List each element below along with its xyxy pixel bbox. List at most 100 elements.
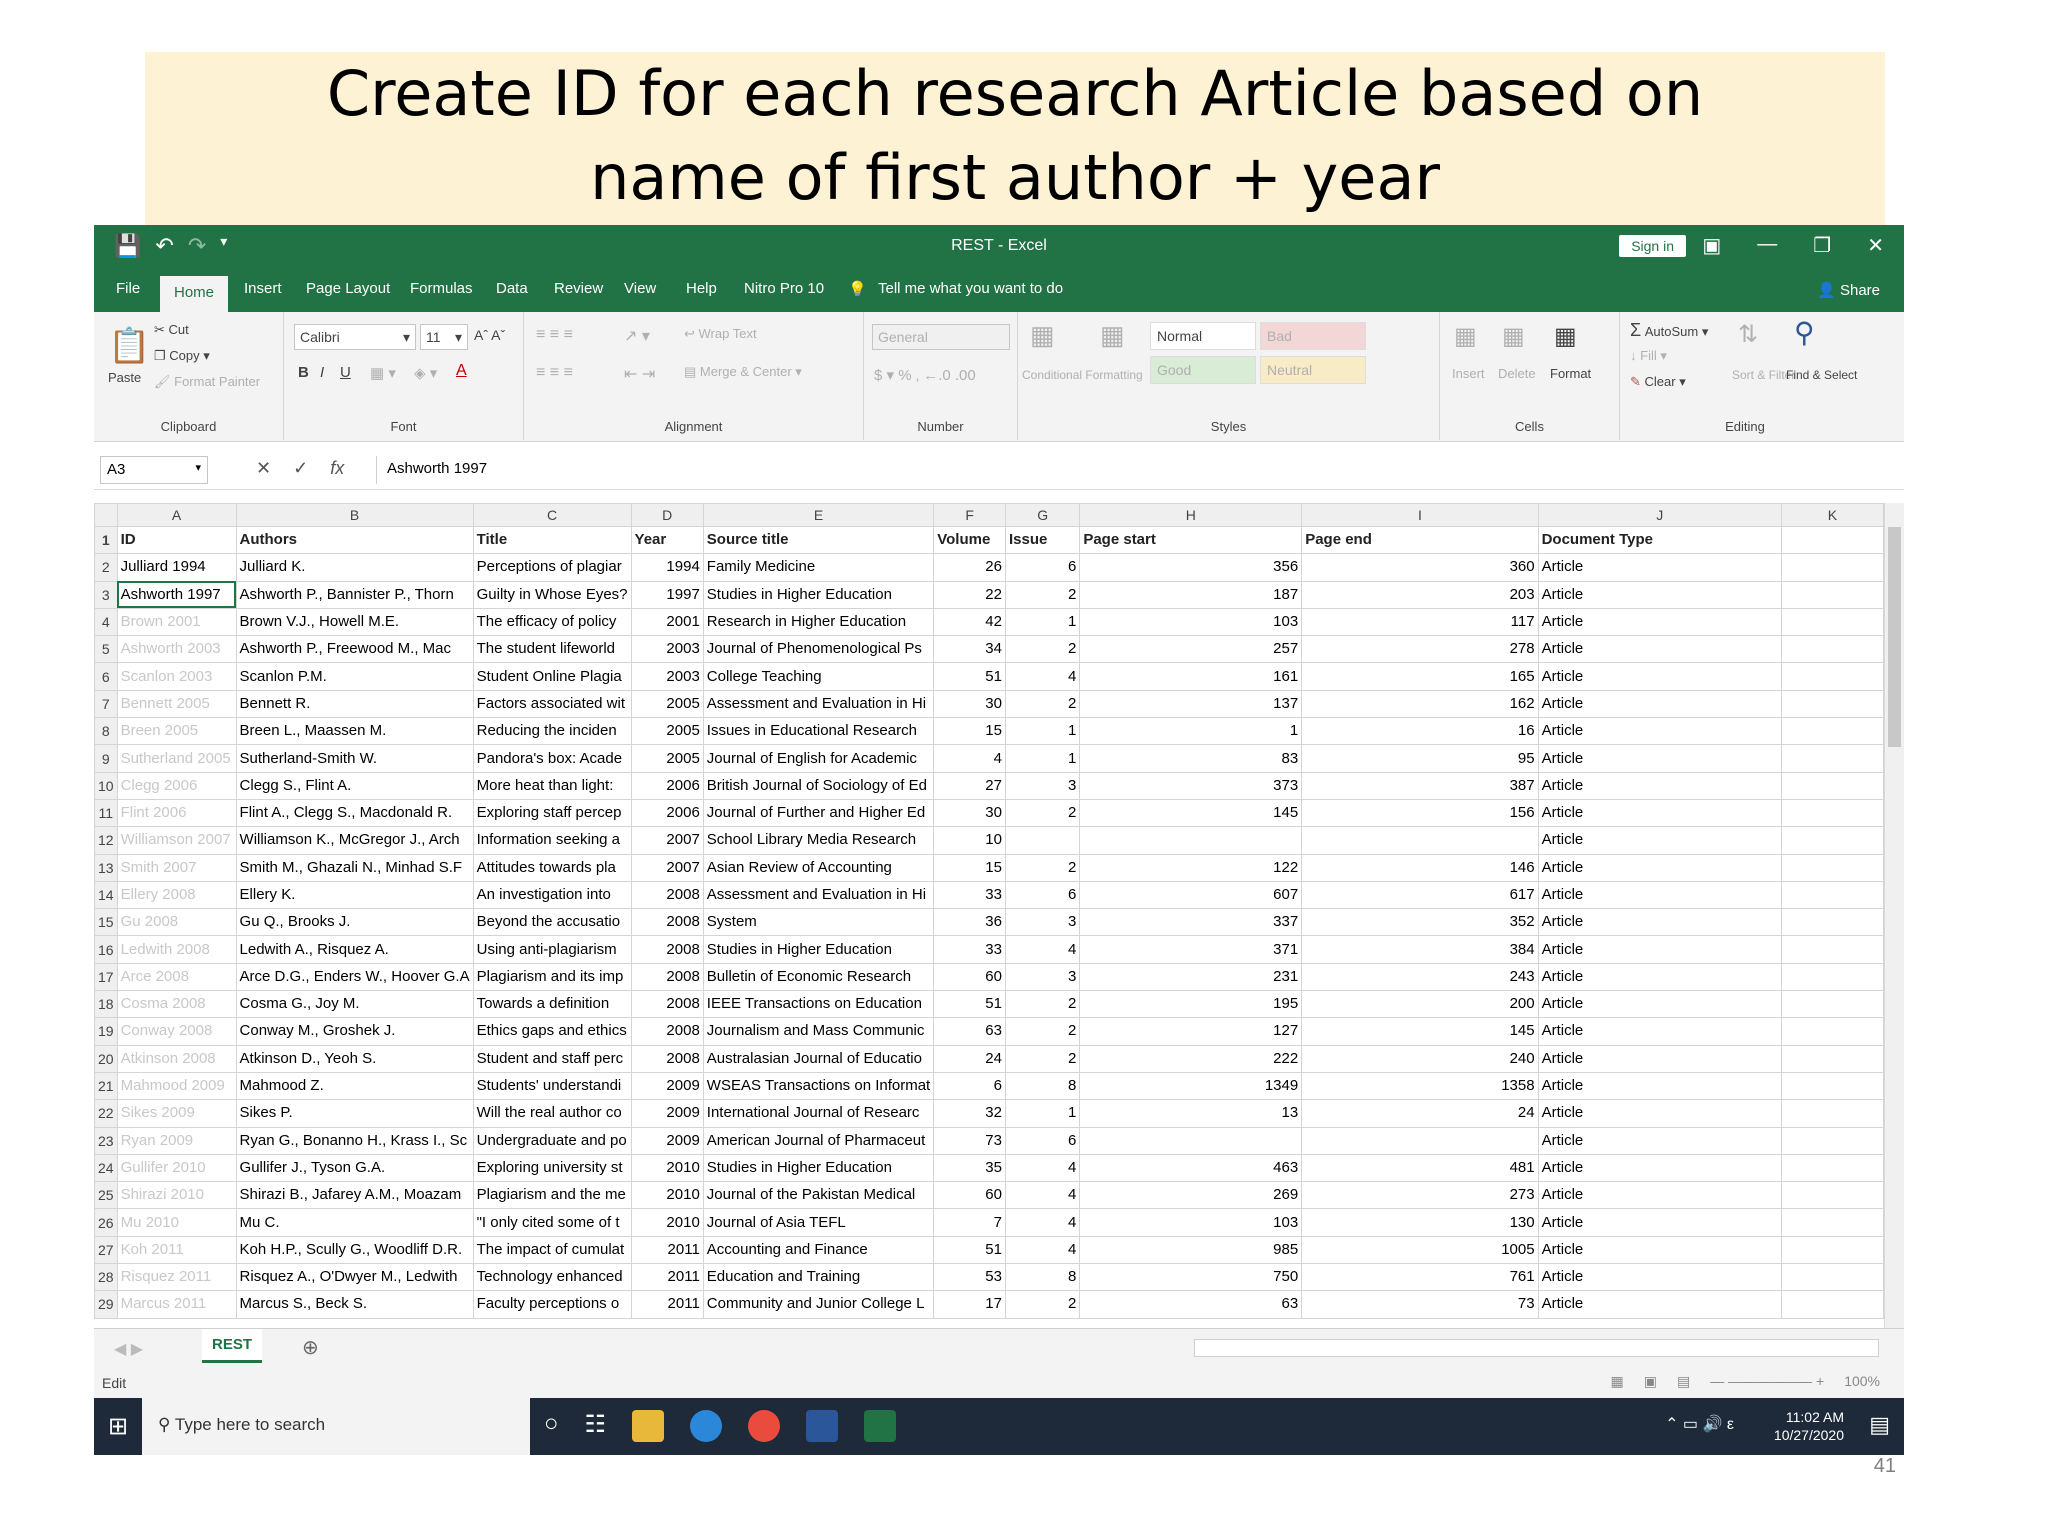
cell-volume[interactable]: 34 bbox=[933, 635, 1006, 664]
fill-button[interactable]: ↓ Fill ▾ bbox=[1630, 348, 1667, 364]
autosum-button[interactable]: Σ AutoSum ▾ bbox=[1630, 320, 1708, 341]
cell-empty[interactable] bbox=[1780, 1126, 1884, 1155]
cell-doc-type[interactable]: Article bbox=[1537, 826, 1782, 855]
cell-header-source[interactable]: Source title bbox=[702, 525, 935, 555]
cell-issue[interactable]: 2 bbox=[1004, 635, 1081, 664]
cell-year[interactable]: 2008 bbox=[630, 990, 704, 1019]
cell-page-start[interactable]: 103 bbox=[1079, 1208, 1303, 1237]
cell-year[interactable]: 2010 bbox=[630, 1208, 704, 1237]
col-header-i[interactable]: I bbox=[1301, 503, 1539, 527]
cell-page-end[interactable]: 16 bbox=[1301, 717, 1539, 746]
cell-source[interactable]: Education and Training bbox=[702, 1263, 935, 1292]
cell-empty[interactable] bbox=[1780, 1071, 1884, 1101]
cell-authors[interactable]: Cosma G., Joy M. bbox=[235, 990, 474, 1019]
cell-empty[interactable] bbox=[1780, 1235, 1884, 1265]
cell-title[interactable]: Factors associated wit bbox=[472, 689, 632, 719]
clear-button[interactable]: ✎ Clear ▾ bbox=[1630, 374, 1686, 390]
cell-doc-type[interactable]: Article bbox=[1537, 1071, 1782, 1101]
cell-title[interactable]: Undergraduate and po bbox=[472, 1126, 632, 1155]
cut-button[interactable]: ✂ Cut bbox=[154, 322, 189, 338]
col-header-h[interactable]: H bbox=[1079, 503, 1303, 527]
cell-title[interactable]: Students' understandi bbox=[472, 1071, 632, 1101]
cell-doc-type[interactable]: Article bbox=[1537, 1181, 1782, 1210]
cell-page-end[interactable]: 1005 bbox=[1301, 1235, 1539, 1265]
minimize-icon[interactable]: — bbox=[1757, 233, 1777, 258]
cell-volume[interactable]: 7 bbox=[933, 1208, 1006, 1237]
format-as-table-icon[interactable]: ▦ bbox=[1100, 320, 1125, 351]
cell-source[interactable]: Journalism and Mass Communic bbox=[702, 1017, 935, 1046]
cell-id[interactable]: Marcus 2011 bbox=[116, 1290, 237, 1319]
cell-id[interactable]: Clegg 2006 bbox=[116, 771, 237, 800]
cell-doc-type[interactable]: Article bbox=[1537, 798, 1782, 828]
cell-source[interactable]: American Journal of Pharmaceut bbox=[702, 1126, 935, 1155]
cell-page-end[interactable]: 352 bbox=[1301, 908, 1539, 937]
cell-page-start[interactable]: 373 bbox=[1079, 771, 1303, 800]
vertical-scrollbar[interactable] bbox=[1884, 503, 1904, 1328]
top-align-icons[interactable]: ≡ ≡ ≡ bbox=[536, 326, 573, 344]
cell-issue[interactable]: 4 bbox=[1004, 1181, 1081, 1210]
cell-issue[interactable]: 2 bbox=[1004, 1290, 1081, 1319]
cell-issue[interactable]: 2 bbox=[1004, 798, 1081, 828]
cell-page-start[interactable]: 83 bbox=[1079, 744, 1303, 773]
cell-source[interactable]: Studies in Higher Education bbox=[702, 1153, 935, 1183]
cell-year[interactable]: 2007 bbox=[630, 826, 704, 855]
cell-id[interactable]: Ashworth 2003 bbox=[116, 635, 237, 664]
cell-year[interactable]: 2011 bbox=[630, 1263, 704, 1292]
cell-page-start[interactable]: 63 bbox=[1079, 1290, 1303, 1319]
task-view-icon[interactable]: ☷ bbox=[585, 1410, 607, 1442]
scroll-thumb[interactable] bbox=[1888, 527, 1901, 747]
cell-volume[interactable]: 6 bbox=[933, 1071, 1006, 1101]
system-tray-icons[interactable]: ⌃ ▭ 🔊 ε bbox=[1665, 1414, 1734, 1434]
row-header[interactable]: 21 bbox=[94, 1071, 118, 1101]
row-header[interactable]: 12 bbox=[94, 826, 118, 855]
cell-authors[interactable]: Ledwith A., Risquez A. bbox=[235, 935, 474, 964]
cell-source[interactable]: College Teaching bbox=[702, 662, 935, 691]
cell-authors[interactable]: Breen L., Maassen M. bbox=[235, 717, 474, 746]
sort-filter-icon[interactable]: ⇅ bbox=[1738, 320, 1758, 349]
cell-doc-type[interactable]: Article bbox=[1537, 662, 1782, 691]
cell-source[interactable]: Journal of Asia TEFL bbox=[702, 1208, 935, 1237]
cell-authors[interactable]: Ellery K. bbox=[235, 880, 474, 910]
cell-doc-type[interactable]: Article bbox=[1537, 1263, 1782, 1292]
cell-doc-type[interactable]: Article bbox=[1537, 935, 1782, 964]
cell-page-start[interactable]: 122 bbox=[1079, 853, 1303, 882]
magnifier-icon[interactable]: ⚲ bbox=[1794, 316, 1815, 349]
cell-doc-type[interactable]: Article bbox=[1537, 607, 1782, 637]
tab-nitro[interactable]: Nitro Pro 10 bbox=[744, 280, 824, 297]
cell-id[interactable]: Risquez 2011 bbox=[116, 1263, 237, 1292]
cell-issue[interactable]: 8 bbox=[1004, 1071, 1081, 1101]
cell-page-end[interactable]: 130 bbox=[1301, 1208, 1539, 1237]
cell-title[interactable]: Will the real author co bbox=[472, 1099, 632, 1128]
col-header-c[interactable]: C bbox=[472, 503, 632, 527]
cell-id[interactable]: Sutherland 2005 bbox=[116, 744, 237, 773]
tab-home[interactable]: Home bbox=[160, 276, 229, 312]
cell-source[interactable]: Studies in Higher Education bbox=[702, 935, 935, 964]
font-size-select[interactable]: 11 ▾ bbox=[420, 324, 468, 350]
cell-year[interactable]: 2005 bbox=[630, 717, 704, 746]
cell-empty[interactable] bbox=[1780, 908, 1884, 937]
font-color-icon[interactable]: A bbox=[456, 362, 467, 380]
cell-year[interactable]: 2009 bbox=[630, 1071, 704, 1101]
cell-page-start[interactable]: 985 bbox=[1079, 1235, 1303, 1265]
col-header-f[interactable]: F bbox=[933, 503, 1006, 527]
cell-empty[interactable] bbox=[1780, 689, 1884, 719]
cell-source[interactable]: Community and Junior College L bbox=[702, 1290, 935, 1319]
cell-authors[interactable]: Williamson K., McGregor J., Arch bbox=[235, 826, 474, 855]
cell-year[interactable]: 2003 bbox=[630, 662, 704, 691]
cell-source[interactable]: WSEAS Transactions on Informat bbox=[702, 1071, 935, 1101]
cell-source[interactable]: Bulletin of Economic Research bbox=[702, 962, 935, 992]
cell-authors[interactable]: Ashworth P., Bannister P., Thorn bbox=[235, 580, 474, 609]
cell-year[interactable]: 2006 bbox=[630, 798, 704, 828]
cell-authors[interactable]: Mahmood Z. bbox=[235, 1071, 474, 1101]
row-header[interactable]: 8 bbox=[94, 717, 118, 746]
cell-issue[interactable] bbox=[1004, 826, 1081, 855]
cell-authors[interactable]: Smith M., Ghazali N., Minhad S.F bbox=[235, 853, 474, 882]
cell-title[interactable]: Plagiarism and its imp bbox=[472, 962, 632, 992]
cell-doc-type[interactable]: Article bbox=[1537, 553, 1782, 582]
cell-volume[interactable]: 15 bbox=[933, 853, 1006, 882]
cell-issue[interactable]: 6 bbox=[1004, 880, 1081, 910]
cell-source[interactable]: British Journal of Sociology of Ed bbox=[702, 771, 935, 800]
cell-title[interactable]: Guilty in Whose Eyes? bbox=[472, 580, 632, 609]
cell-page-start[interactable]: 371 bbox=[1079, 935, 1303, 964]
cell-issue[interactable]: 2 bbox=[1004, 1017, 1081, 1046]
